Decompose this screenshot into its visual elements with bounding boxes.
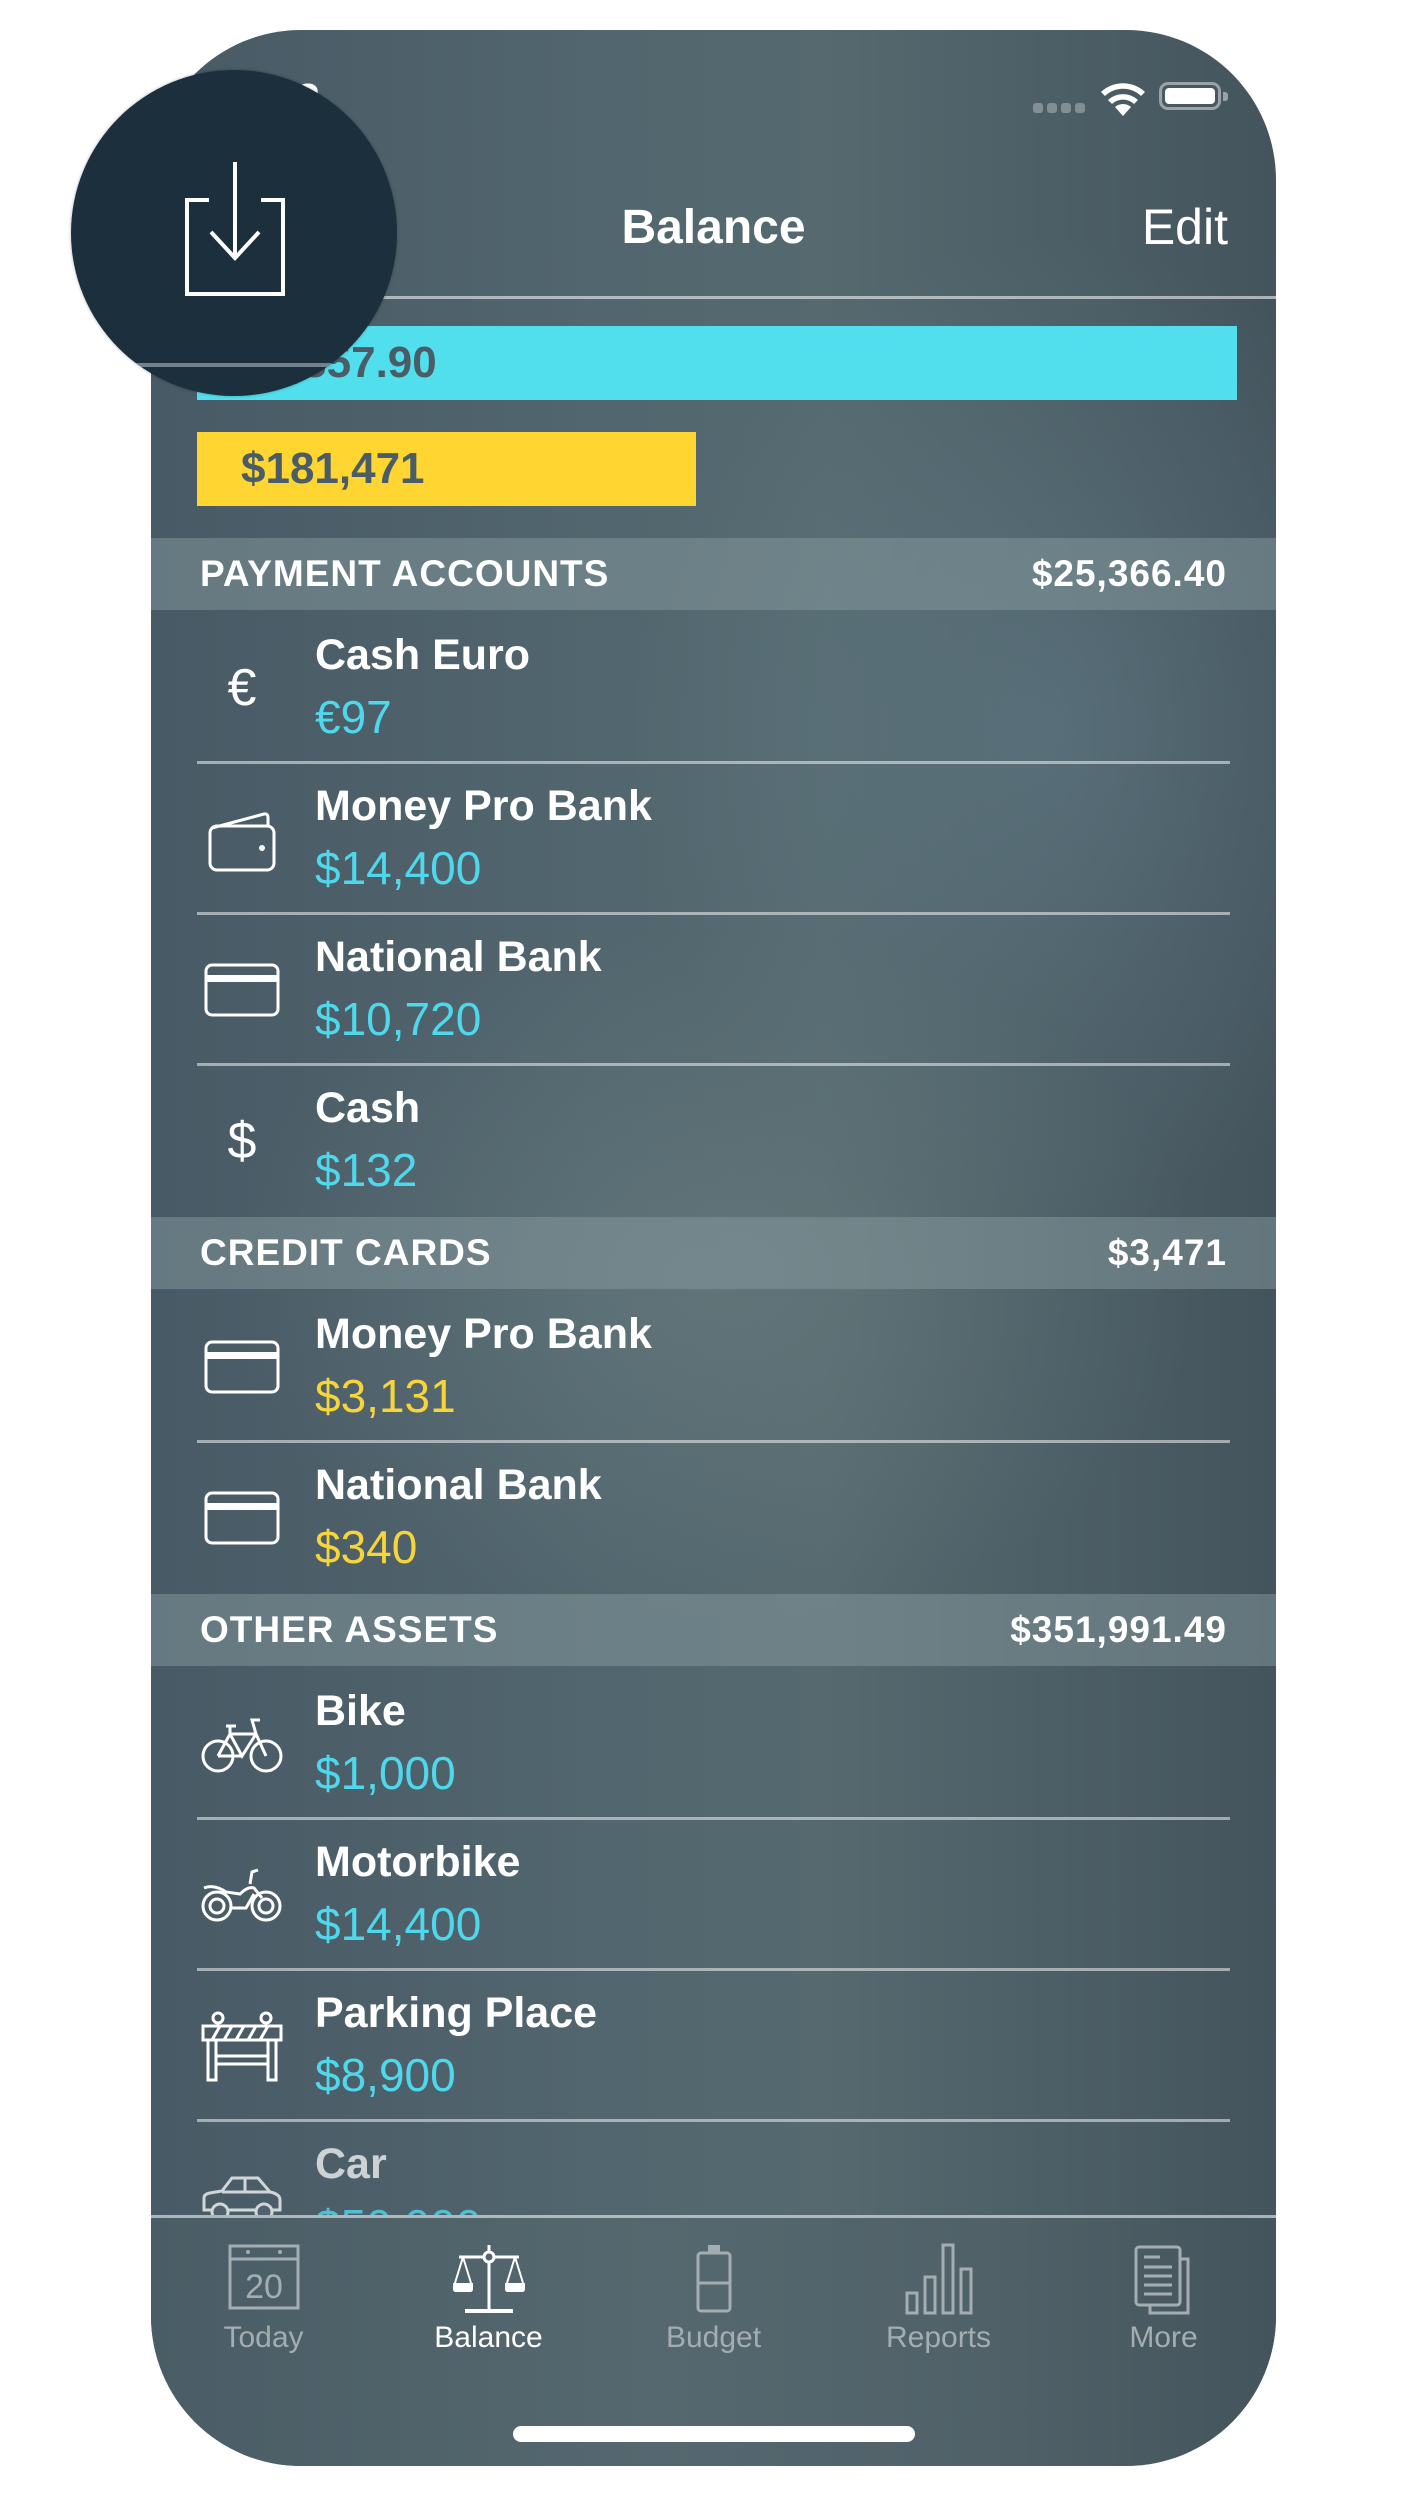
account-row[interactable]: Money Pro Bank $14,400 xyxy=(151,764,1276,915)
account-value: $8,900 xyxy=(315,2049,456,2101)
section-title: PAYMENT ACCOUNTS xyxy=(200,553,610,594)
account-name: Cash xyxy=(315,1084,421,1132)
account-value: $14,400 xyxy=(315,1898,482,1950)
total-debt-bar[interactable]: $181,471 xyxy=(197,432,696,506)
documents-icon xyxy=(1051,2243,1276,2317)
account-value: $132 xyxy=(315,1144,418,1196)
euro-icon: € xyxy=(227,659,257,717)
account-name: Bike xyxy=(315,1687,406,1735)
account-name: Money Pro Bank xyxy=(315,782,652,830)
scales-icon xyxy=(376,2243,601,2317)
account-name: Cash Euro xyxy=(315,631,531,679)
account-name: Money Pro Bank xyxy=(315,1310,652,1358)
battery-jar-icon xyxy=(601,2243,826,2317)
download-tray-icon xyxy=(179,158,289,303)
tab-bar-divider xyxy=(151,2215,1276,2218)
battery-icon xyxy=(1159,82,1228,110)
section-total: $3,471 xyxy=(1107,1232,1227,1273)
bar-chart-icon xyxy=(826,2243,1051,2317)
credit-card-icon xyxy=(197,1478,287,1558)
edit-button[interactable]: Edit xyxy=(1142,198,1228,256)
section-title: OTHER ASSETS xyxy=(200,1609,499,1650)
tab-label: More xyxy=(1129,2321,1198,2354)
total-debt-value: $181,471 xyxy=(241,444,425,493)
section-header[interactable]: CREDIT CARDS $3,471 xyxy=(151,1217,1276,1289)
phone-screen: 22 Balance Edit $7,357.90 $181,471 PAYME… xyxy=(151,30,1276,2466)
account-value: $10,720 xyxy=(315,993,482,1045)
account-row[interactable]: National Bank $340 xyxy=(151,1443,1276,1594)
tab-balance[interactable]: Balance xyxy=(376,2231,601,2354)
account-name: National Bank xyxy=(315,1461,602,1509)
section-total: $25,366.40 xyxy=(1031,553,1227,594)
account-name: Car xyxy=(315,2140,387,2188)
account-row[interactable]: Bike $1,000 xyxy=(151,1669,1276,1820)
account-value: $340 xyxy=(315,1521,418,1573)
tab-label: Balance xyxy=(434,2321,543,2354)
account-row[interactable]: National Bank $10,720 xyxy=(151,915,1276,1066)
account-value: €97 xyxy=(315,691,392,743)
account-row[interactable]: Motorbike $14,400 xyxy=(151,1820,1276,1971)
credit-card-icon xyxy=(197,950,287,1030)
calendar-icon: 20 xyxy=(151,2243,376,2317)
home-indicator[interactable] xyxy=(513,2426,915,2442)
section-title: CREDIT CARDS xyxy=(200,1232,492,1273)
tab-label: Today xyxy=(223,2321,304,2354)
motorbike-icon xyxy=(197,1855,287,1935)
section-total: $351,991.49 xyxy=(1010,1609,1227,1650)
calendar-day: 20 xyxy=(245,2268,283,2306)
tab-today[interactable]: 20 Today xyxy=(151,2231,376,2354)
account-row[interactable]: € Cash Euro €97 xyxy=(151,613,1276,764)
tab-reports[interactable]: Reports xyxy=(826,2231,1051,2354)
tab-label: Reports xyxy=(885,2321,992,2354)
account-value: $1,000 xyxy=(315,1747,456,1799)
account-row[interactable]: Parking Place $8,900 xyxy=(151,1971,1276,2122)
section-header[interactable]: PAYMENT ACCOUNTS $25,366.40 xyxy=(151,538,1276,610)
bicycle-icon xyxy=(197,1704,287,1784)
barrier-icon xyxy=(197,2006,287,2086)
lens-divider xyxy=(71,363,397,367)
signal-dots-icon xyxy=(1033,103,1085,113)
account-name: Parking Place xyxy=(315,1989,598,2037)
credit-card-icon xyxy=(197,1327,287,1407)
tab-more[interactable]: More xyxy=(1051,2231,1276,2354)
account-name: National Bank xyxy=(315,933,602,981)
wallet-icon xyxy=(197,799,287,879)
dollar-icon: $ xyxy=(227,1112,257,1170)
account-value: $14,400 xyxy=(315,842,482,894)
wifi-icon xyxy=(1099,82,1147,121)
account-row[interactable]: $ Cash $132 xyxy=(151,1066,1276,1217)
account-value: $3,131 xyxy=(315,1370,456,1422)
account-name: Motorbike xyxy=(315,1838,521,1886)
account-row[interactable]: Money Pro Bank $3,131 xyxy=(151,1292,1276,1443)
tab-budget[interactable]: Budget xyxy=(601,2231,826,2354)
section-header[interactable]: OTHER ASSETS $351,991.49 xyxy=(151,1594,1276,1666)
import-button[interactable] xyxy=(71,70,397,396)
tab-label: Budget xyxy=(665,2321,762,2354)
